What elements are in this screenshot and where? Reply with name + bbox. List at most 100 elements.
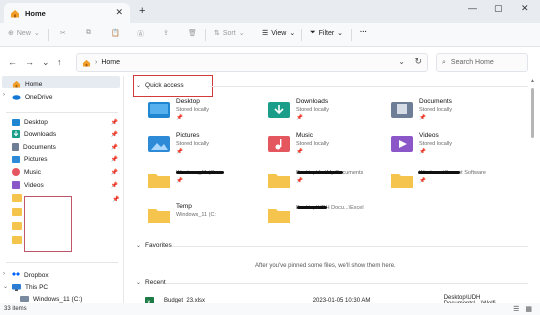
navigation-pane: Home › OneDrive Desktop 📌 Downloads 📌 Do… [0, 76, 124, 304]
pin-icon: 📌 [419, 178, 426, 184]
delete-icon[interactable]: 🗑 [188, 29, 197, 37]
separator [351, 29, 352, 41]
redaction-mark [297, 206, 327, 209]
view-icon: ☰ [262, 30, 269, 37]
quick-access-item-downloads[interactable]: Downloads Stored locally 📌 [268, 98, 386, 128]
search-input[interactable]: ⌕ Search Home [436, 53, 528, 72]
item-name: Temp [176, 203, 192, 210]
minimize-icon[interactable]: — [468, 3, 477, 13]
home-icon [10, 9, 20, 18]
chevron-down-icon[interactable]: ⌄ [3, 283, 8, 290]
breadcrumb-separator: › [95, 59, 98, 66]
divider [166, 283, 528, 284]
new-tab-button[interactable]: + [139, 5, 145, 17]
scroll-up-icon[interactable]: ▲ [530, 78, 535, 84]
sidebar-item-home[interactable]: Home [12, 78, 122, 90]
recent-header[interactable]: ⌄ Recent [136, 279, 166, 286]
scrollbar[interactable]: ▲ [530, 78, 536, 303]
view-button[interactable]: ☰ View ⌄ [262, 29, 295, 38]
redaction-mark [418, 171, 460, 174]
forward-arrow-icon[interactable]: → [25, 57, 34, 67]
chevron-down-icon: ⌄ [33, 30, 40, 37]
desktop-folder-icon [148, 100, 170, 120]
close-window-icon[interactable]: ✕ [521, 3, 529, 14]
chevron-down-icon: ⌄ [136, 280, 142, 286]
item-name: Downloads [296, 98, 329, 105]
separator [301, 29, 302, 41]
favorites-header[interactable]: ⌄ Favorites [136, 242, 172, 249]
sidebar-item-desktop[interactable]: Desktop 📌 [12, 116, 122, 128]
cut-icon[interactable]: ✂ [60, 29, 66, 37]
quick-access-header[interactable]: ⌄ Quick access [136, 82, 184, 89]
section-title: Favorites [145, 242, 172, 249]
sidebar-item-videos[interactable]: Videos 📌 [12, 179, 122, 191]
redaction-mark [176, 171, 224, 174]
chevron-right-icon[interactable]: › [3, 271, 5, 277]
separator [48, 29, 49, 41]
cloud-icon [12, 94, 21, 100]
folder-icon[interactable] [12, 208, 22, 216]
sidebar-item-label: Home [25, 80, 43, 88]
tab-home[interactable]: Home ✕ [4, 3, 130, 23]
pin-icon: 📌 [110, 144, 118, 151]
folder-icon[interactable] [12, 236, 22, 244]
paste-icon[interactable]: 📋 [111, 29, 120, 37]
breadcrumb-home[interactable]: Home [101, 59, 120, 66]
pin-icon: 📌 [419, 149, 426, 155]
folder-icon [268, 170, 290, 190]
address-bar[interactable]: › Home ⌄ ↻ [76, 53, 428, 72]
quick-access-item-music[interactable]: Music Stored locally 📌 [268, 132, 386, 162]
more-options-button[interactable]: ··· [360, 29, 367, 36]
details-view-icon[interactable]: ☰ [513, 305, 519, 313]
chevron-down-icon[interactable]: ⌄ [398, 57, 405, 66]
chevron-right-icon[interactable]: › [3, 92, 5, 98]
sidebar-item-label: Windows_11 (C:) [33, 295, 83, 303]
pin-icon: 📌 [176, 178, 183, 184]
item-name: Documents [419, 98, 452, 105]
sidebar-item-music[interactable]: Music 📌 [12, 166, 122, 178]
quick-access-item-temp[interactable]: Temp Windows_11 (C: [148, 203, 266, 233]
music-icon [12, 168, 20, 176]
folder-icon[interactable] [12, 194, 22, 202]
share-icon[interactable]: ⇪ [163, 29, 169, 37]
quick-access-item-folder[interactable]: Desktop\UDH Docu...\Excel [268, 203, 386, 233]
home-icon [12, 80, 21, 88]
copy-icon[interactable]: ⧉ [86, 29, 91, 37]
filter-button[interactable]: ⏷ Filter ⌄ [310, 29, 343, 37]
sidebar-item-label: OneDrive [25, 93, 53, 101]
tiles-view-icon[interactable]: ▦ [525, 305, 532, 313]
quick-access-item-desktop[interactable]: Desktop Stored locally 📌 [148, 98, 266, 128]
refresh-icon[interactable]: ↻ [414, 56, 422, 67]
sidebar-item-onedrive[interactable]: OneDrive [12, 91, 122, 103]
pin-icon: 📌 [110, 119, 118, 126]
maximize-icon[interactable]: ▢ [494, 3, 503, 14]
quick-access-item-documents[interactable]: Documents Stored locally 📌 [391, 98, 509, 128]
pin-icon: 📌 [110, 131, 118, 138]
sidebar-item-label: Videos [24, 181, 44, 189]
sidebar-item-this-pc[interactable]: This PC [12, 281, 122, 293]
sidebar-item-downloads[interactable]: Downloads 📌 [12, 128, 122, 140]
recent-locations-icon[interactable]: ⌄ [42, 57, 50, 68]
back-arrow-icon[interactable]: ← [8, 57, 17, 67]
sidebar-item-documents[interactable]: Documents 📌 [12, 141, 122, 153]
pin-icon: 📌 [296, 178, 303, 184]
up-arrow-icon[interactable]: ↑ [57, 57, 62, 67]
sort-button[interactable]: ⇅ Sort ⌄ [214, 29, 245, 38]
new-button[interactable]: ⊕ New ⌄ [8, 29, 40, 38]
tab-title: Home [25, 8, 46, 18]
pin-icon: 📌 [112, 197, 120, 203]
rename-icon[interactable]: Ⓐ [137, 29, 144, 39]
quick-access-item-videos[interactable]: Videos Stored locally 📌 [391, 132, 509, 162]
folder-icon[interactable] [12, 222, 22, 230]
quick-access-item-pictures[interactable]: Pictures Stored locally 📌 [148, 132, 266, 162]
close-tab-icon[interactable]: ✕ [115, 7, 123, 18]
folder-icon [391, 170, 413, 190]
sidebar-item-dropbox[interactable]: Dropbox [12, 269, 122, 281]
pin-icon: 📌 [176, 115, 183, 121]
computer-icon [12, 283, 21, 291]
item-name: Desktop [176, 98, 200, 105]
sidebar-item-pictures[interactable]: Pictures 📌 [12, 153, 122, 165]
filter-label: Filter [318, 29, 335, 37]
scroll-thumb[interactable] [531, 88, 534, 138]
sidebar-item-label: Dropbox [24, 271, 49, 279]
